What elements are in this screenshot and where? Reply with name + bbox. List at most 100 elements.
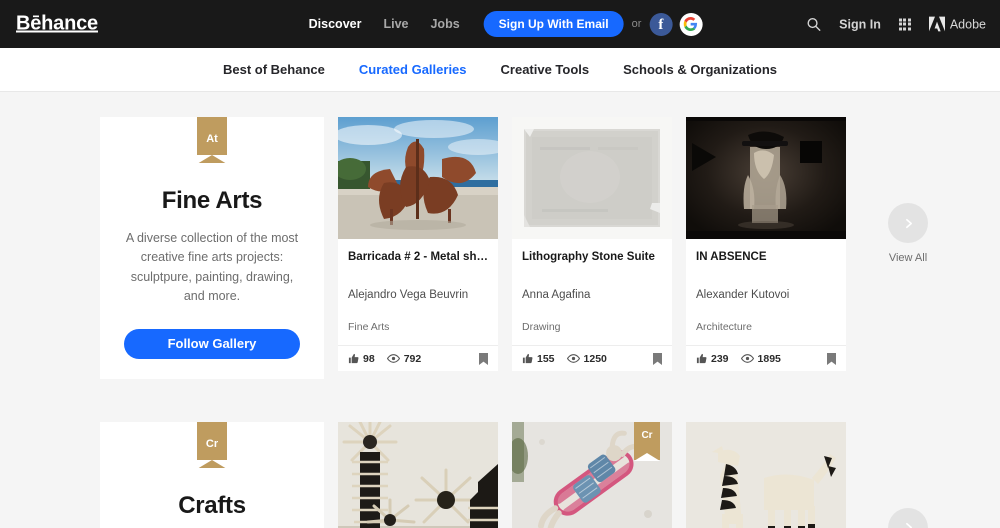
bookmark-glyph bbox=[479, 352, 488, 365]
subnav-creative-tools[interactable]: Creative Tools bbox=[484, 62, 607, 77]
view-stat[interactable]: 1250 bbox=[566, 352, 607, 365]
top-navigation-bar: Bēhance Discover Live Jobs Sign Up With … bbox=[0, 0, 1000, 48]
like-stat[interactable]: 239 bbox=[696, 353, 729, 365]
or-separator-label: or bbox=[631, 18, 642, 30]
view-stat[interactable]: 792 bbox=[386, 352, 422, 365]
thumbnail-ribbon-badge: Cr bbox=[634, 421, 660, 461]
view-count: 1895 bbox=[757, 352, 781, 365]
eye-icon bbox=[566, 354, 580, 364]
project-thumbnail-black-white-craft-sculptures[interactable] bbox=[338, 421, 498, 528]
project-card-body: Barricada # 2 - Metal sheets Alejandro V… bbox=[338, 239, 498, 333]
project-card[interactable]: IN ABSENCE Alexander Kutovoi Architectur… bbox=[686, 117, 846, 372]
bookmark-glyph bbox=[653, 352, 662, 365]
gallery-row-crafts: Cr Crafts Find the best craft work by to… bbox=[100, 379, 928, 528]
project-thumbnail-sculpture-metal-sheets[interactable] bbox=[338, 117, 498, 239]
like-count: 155 bbox=[537, 352, 555, 365]
project-title: Barricada # 2 - Metal sheets bbox=[348, 251, 488, 263]
project-thumbnail-dark-sculpture[interactable] bbox=[686, 117, 846, 239]
search-icon[interactable] bbox=[797, 17, 830, 32]
project-card[interactable] bbox=[686, 421, 846, 528]
project-category: Drawing bbox=[522, 321, 561, 334]
project-category: Architecture bbox=[696, 321, 753, 334]
project-stats-row: 155 1250 bbox=[512, 345, 672, 371]
thumbs-up-icon bbox=[348, 354, 359, 364]
behance-logo[interactable]: Bēhance bbox=[16, 13, 98, 36]
project-owner[interactable]: Alexander Kutovoi bbox=[696, 289, 836, 301]
project-thumbnail-giraffe-craft[interactable] bbox=[686, 421, 846, 528]
facebook-glyph: f bbox=[658, 17, 664, 33]
google-g-glyph bbox=[683, 17, 698, 31]
view-count: 792 bbox=[403, 352, 422, 365]
gallery-row-fine-arts: At Fine Arts A diverse collection of the… bbox=[100, 92, 928, 379]
view-stat[interactable]: 1895 bbox=[740, 352, 781, 365]
project-owner[interactable]: Alejandro Vega Beuvrin bbox=[348, 289, 488, 301]
project-card[interactable] bbox=[338, 421, 498, 528]
bookmark-icon[interactable] bbox=[653, 352, 662, 365]
project-stats-row: 239 1895 bbox=[686, 345, 846, 371]
subnav-best-of-behance[interactable]: Best of Behance bbox=[206, 62, 342, 77]
thumbs-up-icon bbox=[696, 354, 707, 364]
chevron-right-glyph bbox=[905, 522, 912, 528]
project-owner[interactable]: Anna Agafina bbox=[522, 289, 662, 301]
project-card-body: Lithography Stone Suite Anna Agafina Dra… bbox=[512, 239, 672, 333]
gallery-ribbon-label: Cr bbox=[205, 437, 219, 450]
project-thumbnail-pink-doll-craft[interactable]: Cr bbox=[512, 421, 672, 528]
gallery-info-card-crafts: Cr Crafts Find the best craft work by to… bbox=[100, 421, 324, 528]
bookmark-glyph bbox=[827, 352, 836, 365]
thumbnail-art-giraffe-figures bbox=[686, 421, 846, 528]
adobe-label: Adobe bbox=[949, 17, 986, 31]
thumbnail-ribbon-label: Cr bbox=[641, 429, 653, 441]
like-count: 98 bbox=[363, 352, 375, 365]
nav-right-group: Sign In Adobe bbox=[797, 16, 986, 32]
google-icon[interactable] bbox=[679, 12, 703, 36]
gallery-title: Fine Arts bbox=[161, 187, 263, 214]
gallery-info-card-fine-arts: At Fine Arts A diverse collection of the… bbox=[100, 117, 324, 379]
apps-grid-glyph bbox=[898, 18, 911, 30]
search-glyph bbox=[807, 18, 821, 31]
thumbnail-art-craft-spiky-sculptures bbox=[338, 421, 498, 528]
project-card[interactable]: Barricada # 2 - Metal sheets Alejandro V… bbox=[338, 117, 498, 372]
like-stat[interactable]: 98 bbox=[348, 353, 375, 365]
gallery-ribbon-badge: Cr bbox=[197, 421, 227, 469]
signup-with-email-button[interactable]: Sign Up With Email bbox=[483, 11, 624, 37]
follow-gallery-button[interactable]: Follow Gallery bbox=[124, 328, 300, 359]
gallery-title: Crafts bbox=[178, 491, 246, 519]
eye-icon bbox=[386, 354, 400, 364]
gallery-ribbon-badge: At bbox=[197, 117, 227, 164]
like-stat[interactable]: 155 bbox=[522, 353, 555, 365]
facebook-icon[interactable]: f bbox=[649, 12, 673, 36]
gallery-ribbon-label: At bbox=[206, 133, 218, 145]
nav-link-discover[interactable]: Discover bbox=[298, 17, 373, 31]
sign-in-link[interactable]: Sign In bbox=[830, 17, 890, 31]
gallery-description: A diverse collection of the most creativ… bbox=[125, 231, 299, 304]
bookmark-icon[interactable] bbox=[827, 352, 836, 365]
project-thumbnail-lithography-stone[interactable] bbox=[512, 117, 672, 239]
apps-grid-icon[interactable] bbox=[890, 18, 920, 30]
project-title: Lithography Stone Suite bbox=[522, 251, 655, 263]
eye-icon bbox=[740, 354, 754, 364]
view-all-control[interactable] bbox=[860, 422, 956, 528]
chevron-right-glyph bbox=[905, 218, 912, 228]
chevron-right-icon[interactable] bbox=[888, 203, 928, 243]
bookmark-icon[interactable] bbox=[479, 352, 488, 365]
view-all-label: View All bbox=[888, 252, 928, 264]
adobe-link[interactable]: Adobe bbox=[920, 16, 986, 32]
subnav-curated-galleries[interactable]: Curated Galleries bbox=[342, 62, 484, 77]
chevron-right-icon[interactable] bbox=[888, 507, 928, 528]
view-count: 1250 bbox=[583, 352, 607, 365]
nav-link-jobs[interactable]: Jobs bbox=[419, 17, 470, 31]
nav-link-live[interactable]: Live bbox=[372, 17, 419, 31]
thumbs-up-icon bbox=[522, 354, 533, 364]
project-card[interactable]: Lithography Stone Suite Anna Agafina Dra… bbox=[512, 117, 672, 372]
view-all-control[interactable]: View All bbox=[860, 117, 956, 264]
like-count: 239 bbox=[711, 352, 729, 365]
secondary-navigation-bar: Best of Behance Curated Galleries Creati… bbox=[0, 48, 1000, 92]
adobe-logo-icon bbox=[928, 16, 945, 32]
thumbnail-art-in-absence bbox=[686, 117, 846, 239]
subnav-schools-organizations[interactable]: Schools & Organizations bbox=[606, 62, 794, 77]
project-card[interactable]: Cr bbox=[512, 421, 672, 528]
project-category: Fine Arts bbox=[348, 321, 390, 334]
thumbnail-art-metal-sculpture bbox=[338, 117, 498, 239]
nav-center-group: Discover Live Jobs Sign Up With Email or… bbox=[298, 11, 703, 37]
thumbnail-art-lithography-stone bbox=[512, 117, 672, 239]
